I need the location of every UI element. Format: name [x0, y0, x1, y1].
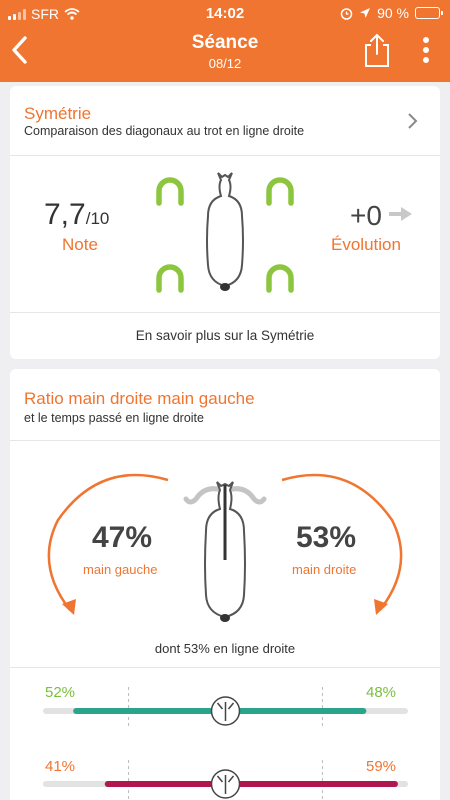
divider [10, 667, 440, 668]
battery-icon [415, 7, 443, 19]
ratio-bars [43, 687, 408, 800]
share-icon[interactable] [362, 32, 392, 68]
score-label: Note [62, 235, 98, 254]
right-hand-label: main droite [292, 562, 357, 577]
horse-top-view-icon [183, 481, 267, 622]
status-bar: SFR 14:02 90 % [0, 0, 450, 26]
arrow-right-icon [389, 207, 412, 221]
divider [10, 155, 440, 156]
ratio-title: Ratio main droite main gauche [24, 389, 255, 408]
left-hand-label: main gauche [83, 562, 158, 577]
score-value: 7,7 [44, 198, 86, 231]
more-options-icon[interactable] [418, 36, 434, 66]
right-hand-percent: 53% [296, 521, 357, 554]
header-bar: SFR 14:02 90 % Séance 08/12 [0, 0, 450, 82]
symmetry-subtitle: Comparaison des diagonaux au trot en lig… [24, 124, 305, 138]
horse-top-view-icon [206, 172, 244, 291]
horseshoe-icon [266, 264, 294, 293]
left-hand-percent: 47% [92, 521, 153, 554]
alarm-icon [340, 7, 353, 20]
divider [10, 312, 440, 313]
battery-percent: 90 % [377, 5, 409, 21]
symmetry-title[interactable]: Symétrie [24, 104, 91, 124]
horseshoe-icon [156, 177, 184, 206]
divider [10, 440, 440, 441]
ratio-subtitle: et le temps passé en ligne droite [24, 411, 204, 425]
evolution-label: Évolution [331, 235, 401, 254]
horseshoe-icon [156, 264, 184, 293]
score-max: /10 [85, 209, 110, 228]
location-icon [360, 8, 371, 18]
symmetry-diagram [156, 172, 294, 293]
symmetry-score: 7,7/10 [44, 198, 109, 232]
chevron-right-icon[interactable] [406, 112, 418, 130]
symmetry-info-link[interactable]: En savoir plus sur la Symétrie [0, 328, 450, 343]
horseshoe-icon [266, 177, 294, 206]
straight-line-note: dont 53% en ligne droite [154, 641, 296, 656]
evolution-value: +0 [350, 200, 382, 231]
